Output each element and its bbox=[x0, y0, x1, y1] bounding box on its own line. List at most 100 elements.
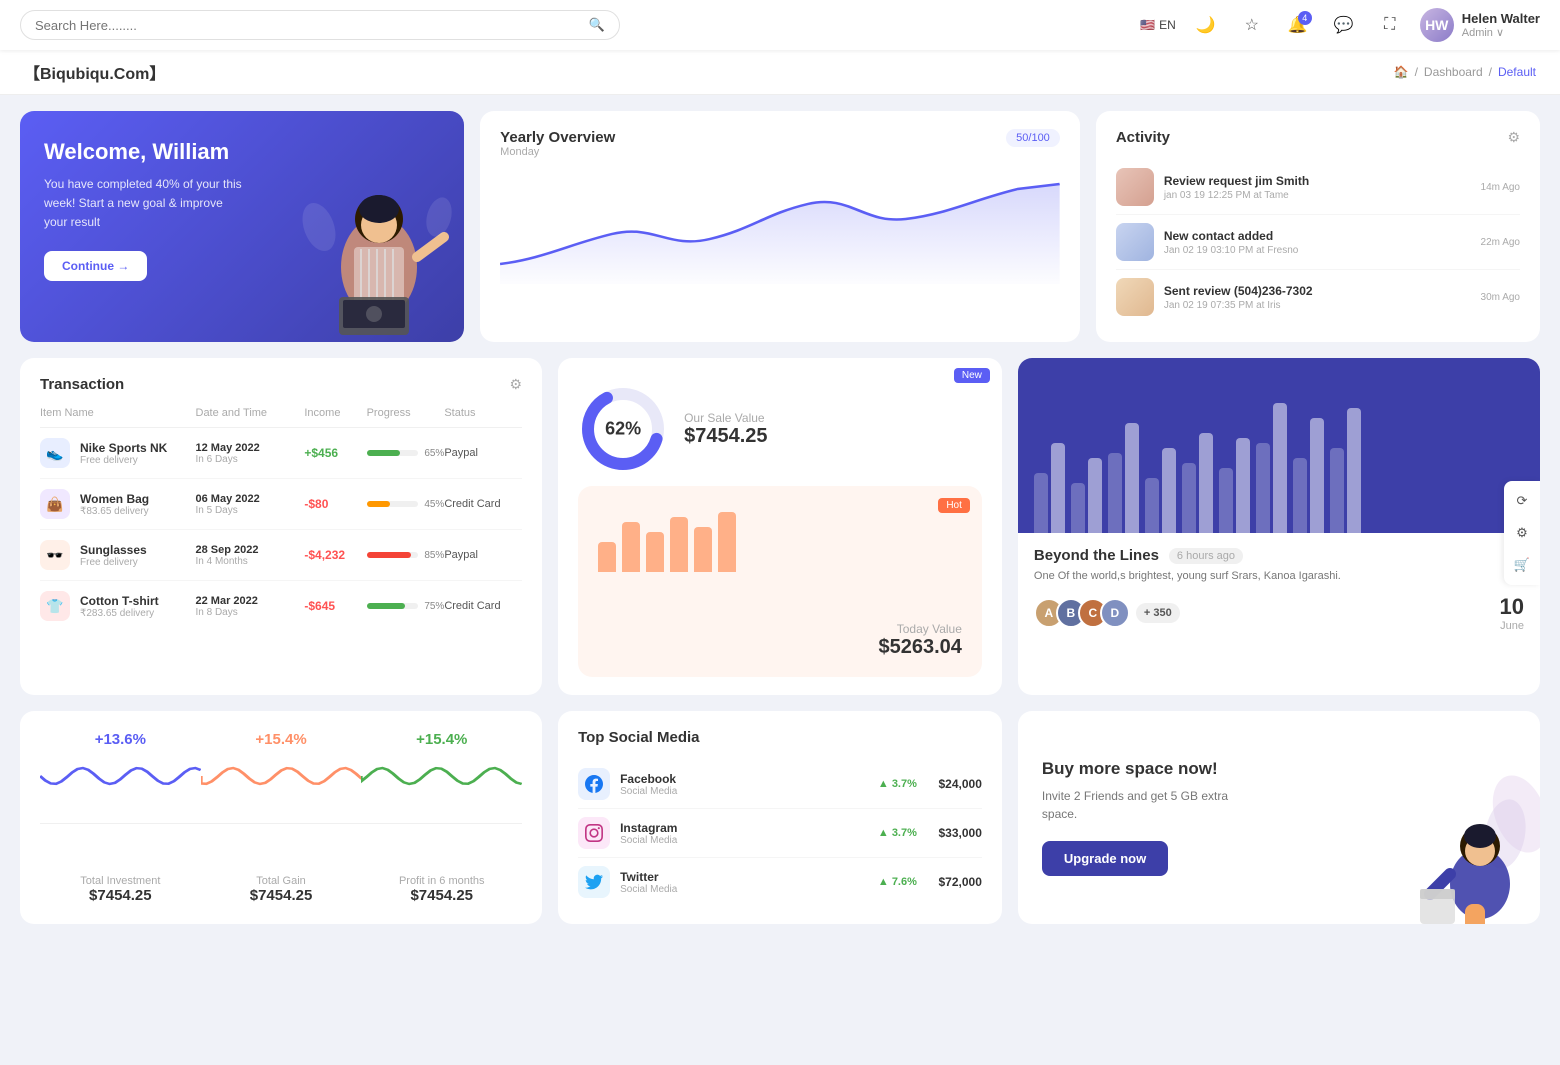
progress-fill bbox=[367, 450, 401, 456]
beyond-bar bbox=[1088, 458, 1102, 533]
beyond-bar bbox=[1051, 443, 1065, 533]
item-name: Women Bag bbox=[80, 492, 149, 506]
today-amount: $5263.04 bbox=[598, 636, 962, 659]
social-platform-name: Facebook bbox=[620, 772, 868, 786]
user-role: Admin ∨ bbox=[1462, 26, 1540, 39]
item-status: Credit Card bbox=[444, 600, 522, 612]
user-profile[interactable]: HW Helen Walter Admin ∨ bbox=[1420, 8, 1540, 42]
stats-value-item: Total Gain $7454.25 bbox=[201, 871, 362, 904]
bottom-row: +13.6% +15.4% +15.4% Total Investment $7… bbox=[20, 711, 1540, 924]
search-input[interactable] bbox=[35, 18, 581, 33]
beyond-bar bbox=[1219, 468, 1233, 533]
activity-item-title: Review request jim Smith bbox=[1164, 174, 1471, 188]
social-platform-icon bbox=[578, 817, 610, 849]
table-row: 👕 Cotton T-shirt ₹283.65 delivery 22 Mar… bbox=[40, 581, 522, 631]
beyond-bar bbox=[1293, 458, 1307, 533]
social-item: Instagram Social Media ▲ 3.7% $33,000 bbox=[578, 809, 982, 858]
stats-value-item: Profit in 6 months $7454.25 bbox=[361, 871, 522, 904]
beyond-bar-group bbox=[1071, 458, 1102, 533]
breadcrumb: 🏠 / Dashboard / Default bbox=[1394, 65, 1536, 79]
transaction-table: 👟 Nike Sports NK Free delivery 12 May 20… bbox=[40, 428, 522, 631]
beyond-bar-group bbox=[1293, 418, 1324, 533]
beyond-bar bbox=[1256, 443, 1270, 533]
activity-settings-icon[interactable]: ⚙ bbox=[1507, 129, 1520, 146]
overview-title: Yearly Overview bbox=[500, 129, 615, 146]
messages-button[interactable]: 💬 bbox=[1328, 9, 1360, 41]
item-income: -$80 bbox=[304, 497, 366, 511]
welcome-title: Welcome, William bbox=[44, 139, 440, 165]
social-value: $33,000 bbox=[927, 826, 982, 840]
home-icon[interactable]: 🏠 bbox=[1394, 65, 1409, 79]
settings-side-icon[interactable]: ⚙ bbox=[1510, 521, 1534, 545]
beyond-bar-group bbox=[1108, 423, 1139, 533]
social-title: Top Social Media bbox=[578, 729, 982, 746]
activity-item: Sent review (504)236-7302 Jan 02 19 07:3… bbox=[1116, 270, 1520, 324]
upgrade-button[interactable]: Upgrade now bbox=[1042, 841, 1168, 876]
stats-label: Total Gain bbox=[201, 875, 362, 887]
stats-grid: +13.6% +15.4% +15.4% bbox=[40, 731, 522, 824]
activity-item-time: 22m Ago bbox=[1481, 237, 1520, 248]
overview-subtitle: Monday bbox=[500, 146, 615, 158]
stats-value-item: Total Investment $7454.25 bbox=[40, 871, 201, 904]
beyond-bar bbox=[1330, 448, 1344, 533]
language-selector[interactable]: 🇺🇸 EN bbox=[1140, 18, 1176, 32]
dark-mode-toggle[interactable]: 🌙 bbox=[1190, 9, 1222, 41]
item-date-sub: In 5 Days bbox=[196, 505, 305, 516]
brand-logo: 【Biqubiqu.Com】 bbox=[24, 60, 165, 84]
date-number: 10 bbox=[1500, 594, 1524, 620]
activity-item-time: 30m Ago bbox=[1481, 292, 1520, 303]
beyond-bar-group bbox=[1182, 433, 1213, 533]
sale-value-section: New 62% Our Sale Value $7454.25 bbox=[558, 358, 1002, 695]
top-row: Welcome, William You have completed 40% … bbox=[20, 111, 1540, 342]
table-row: 👟 Nike Sports NK Free delivery 12 May 20… bbox=[40, 428, 522, 479]
beyond-content: Beyond the Lines 6 hours ago One Of the … bbox=[1018, 533, 1540, 646]
notifications-button[interactable]: 🔔 4 bbox=[1282, 9, 1314, 41]
social-platform-icon bbox=[578, 768, 610, 800]
stats-value: $7454.25 bbox=[201, 887, 362, 904]
breadcrumb-current: Default bbox=[1498, 65, 1536, 79]
item-income: -$4,232 bbox=[304, 548, 366, 562]
stats-card: +13.6% +15.4% +15.4% Total Investment $7… bbox=[20, 711, 542, 924]
today-bar bbox=[598, 542, 616, 572]
social-platform-type: Social Media bbox=[620, 835, 868, 846]
date-month: June bbox=[1500, 620, 1524, 632]
continue-button[interactable]: Continue → bbox=[44, 251, 147, 281]
overview-badge: 50/100 bbox=[1006, 129, 1060, 147]
item-name: Nike Sports NK bbox=[80, 441, 167, 455]
breadcrumb-dashboard[interactable]: Dashboard bbox=[1424, 65, 1483, 79]
stats-wave-chart bbox=[361, 756, 522, 796]
favorites-button[interactable]: ☆ bbox=[1236, 9, 1268, 41]
social-platform-type: Social Media bbox=[620, 786, 868, 797]
space-description: Invite 2 Friends and get 5 GB extra spac… bbox=[1042, 787, 1242, 823]
progress-percent: 65% bbox=[424, 448, 444, 459]
space-title: Buy more space now! bbox=[1042, 759, 1242, 779]
avatars-row: A B C D bbox=[1034, 598, 1130, 628]
hot-badge: Hot bbox=[938, 498, 970, 513]
social-value: $72,000 bbox=[927, 875, 982, 889]
scroll-up-button[interactable]: ⟳ bbox=[1510, 489, 1534, 513]
breadcrumb-bar: 【Biqubiqu.Com】 🏠 / Dashboard / Default bbox=[0, 50, 1560, 95]
transaction-settings-icon[interactable]: ⚙ bbox=[510, 376, 523, 393]
progress-percent: 45% bbox=[424, 499, 444, 510]
top-navigation: 🔍 🇺🇸 EN 🌙 ☆ 🔔 4 💬 ⛶ HW Helen Walter Admi… bbox=[0, 0, 1560, 50]
item-date: 28 Sep 2022 bbox=[196, 544, 305, 556]
beyond-bar bbox=[1162, 448, 1176, 533]
beyond-time: 6 hours ago bbox=[1169, 548, 1243, 564]
item-sub: Free delivery bbox=[80, 557, 147, 568]
user-name: Helen Walter bbox=[1462, 11, 1540, 26]
today-label: Today Value bbox=[598, 622, 962, 636]
mid-row: Transaction ⚙ Item Name Date and Time In… bbox=[20, 358, 1540, 695]
item-status: Credit Card bbox=[444, 498, 522, 510]
social-value: $24,000 bbox=[927, 777, 982, 791]
search-box[interactable]: 🔍 bbox=[20, 10, 620, 40]
stats-pct: +13.6% bbox=[40, 731, 201, 748]
activity-thumbnail bbox=[1116, 278, 1154, 316]
progress-fill bbox=[367, 501, 390, 507]
item-date: 06 May 2022 bbox=[196, 493, 305, 505]
cart-icon[interactable]: 🛒 bbox=[1510, 553, 1534, 577]
beyond-bar-group bbox=[1256, 403, 1287, 533]
item-date-sub: In 4 Months bbox=[196, 556, 305, 567]
item-sub: ₹283.65 delivery bbox=[80, 608, 159, 619]
fullscreen-button[interactable]: ⛶ bbox=[1374, 9, 1406, 41]
item-name: Cotton T-shirt bbox=[80, 594, 159, 608]
